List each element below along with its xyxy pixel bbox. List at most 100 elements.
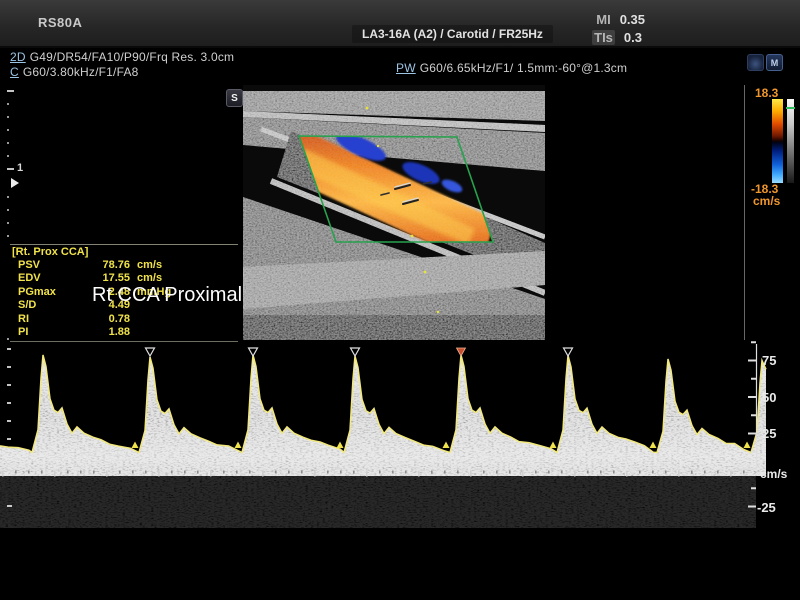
velocity-scale-75: 75 [762, 353, 776, 368]
bmode-params: 2D G49/DR54/FA10/P90/Frq Res. 3.0cm [10, 50, 234, 64]
time-axis-tick [249, 471, 251, 474]
mi-label: MI [596, 12, 610, 27]
spectral-speckle [0, 355, 766, 476]
bmode-image[interactable] [243, 85, 545, 340]
ruler-tick [7, 168, 14, 170]
time-axis-tick [717, 471, 719, 474]
velocity-scale-neg25: -25 [757, 500, 776, 515]
time-axis-tick [522, 471, 524, 477]
time-axis-tick [561, 471, 563, 474]
ruler-tick [7, 116, 9, 118]
time-axis-tick [119, 471, 121, 474]
time-axis-tick [704, 471, 706, 474]
velocity-scale-50: 50 [762, 390, 776, 405]
orientation-marker: S [226, 89, 243, 107]
mi-indicator: MI 0.35 [596, 12, 645, 27]
time-axis-tick [197, 471, 199, 474]
ed-marker-icon [550, 442, 557, 449]
time-axis-tick [80, 471, 82, 474]
ruler-tick [7, 222, 9, 224]
probe-exam-title: LA3-16A (A2) / Carotid / FR25Hz [352, 25, 553, 43]
ed-marker-icon [443, 442, 450, 449]
ed-marker-icon [337, 442, 344, 449]
time-axis-tick [730, 471, 732, 477]
time-axis-tick [158, 471, 160, 477]
time-axis-tick [587, 471, 589, 474]
ruler-tick [7, 103, 9, 105]
time-axis-tick [28, 471, 30, 474]
time-axis-tick [639, 471, 641, 474]
time-axis-tick [54, 471, 56, 477]
focus-marker-icon[interactable] [11, 178, 19, 188]
time-axis-tick [652, 471, 654, 474]
time-axis-tick [210, 471, 212, 477]
time-axis-tick [41, 471, 43, 474]
image-right-border [744, 85, 745, 340]
time-axis-tick [665, 471, 667, 474]
colorbar-unit-label: cm/s [753, 194, 780, 208]
time-axis-tick [470, 471, 472, 477]
grayscale-bar [787, 99, 794, 183]
time-axis-tick [2, 471, 4, 477]
time-axis-tick [340, 471, 342, 474]
machine-model: RS80A [38, 15, 82, 30]
time-axis-tick [236, 471, 238, 474]
ruler-tick [7, 90, 14, 92]
color-doppler-bar [772, 99, 783, 183]
tis-indicator: TIs 0.3 [592, 30, 642, 45]
ruler-tick [7, 209, 9, 211]
time-axis-tick [405, 471, 407, 474]
beat-marker-icon [564, 348, 573, 356]
bmode-render [243, 85, 545, 340]
bmode-label: 2D [10, 50, 26, 64]
measurement-row: PI1.88 [10, 326, 238, 339]
measurement-row: RI0.78 [10, 313, 238, 326]
time-axis-tick [93, 471, 95, 474]
below-baseline-noise [0, 472, 756, 528]
velocity-scale-25: 25 [762, 426, 776, 441]
spectral-display[interactable] [0, 340, 800, 560]
ruler-tick [7, 155, 9, 157]
tis-value: 0.3 [624, 30, 642, 45]
dual-view-thumbnail-icon[interactable]: M [766, 54, 783, 71]
beat-marker-icon [351, 348, 360, 356]
time-axis-tick [314, 471, 316, 477]
time-axis-tick [418, 471, 420, 477]
grayscale-bar-marker [786, 107, 795, 109]
measurement-title: [Rt. Prox CCA] [10, 246, 238, 259]
time-axis-tick [366, 471, 368, 477]
time-axis-tick [457, 471, 459, 474]
ed-marker-icon [744, 442, 751, 449]
time-axis-tick [132, 471, 134, 474]
time-axis-tick [275, 471, 277, 474]
time-axis-tick [509, 471, 511, 474]
color-params: CG60/3.80kHz/F1/FA8 [10, 65, 139, 79]
selected-beat-marker-icon [457, 348, 466, 356]
time-axis-tick [184, 471, 186, 474]
bmode-values: G49/DR54/FA10/P90/Frq Res. 3.0cm [30, 50, 235, 64]
mi-value: 0.35 [620, 12, 645, 27]
time-axis-tick [327, 471, 329, 474]
time-axis-tick [301, 471, 303, 474]
time-axis-tick [743, 471, 745, 474]
time-axis-tick [223, 471, 225, 474]
depth-ruler-label: 1 [17, 162, 23, 174]
ed-marker-icon [235, 442, 242, 449]
time-axis-tick [262, 471, 264, 477]
body-marker-thumbnail-icon[interactable] [747, 54, 764, 71]
time-axis-tick [444, 471, 446, 474]
annotation-text[interactable]: Rt CCA Proximal [92, 284, 242, 307]
time-axis-tick [496, 471, 498, 474]
time-axis-tick [574, 471, 576, 477]
time-axis-tick [353, 471, 355, 474]
time-axis-tick [106, 471, 108, 477]
color-values: G60/3.80kHz/F1/FA8 [23, 65, 139, 79]
ruler-tick [7, 196, 9, 198]
colorbar-max-label: 18.3 [755, 86, 778, 100]
time-axis-tick [535, 471, 537, 474]
tis-label: TIs [592, 30, 615, 45]
ruler-tick [7, 142, 9, 144]
time-axis-tick [600, 471, 602, 474]
pw-params: PWG60/6.65kHz/F1/ 1.5mm:-60°@1.3cm [396, 61, 627, 75]
time-axis-tick [145, 471, 147, 474]
